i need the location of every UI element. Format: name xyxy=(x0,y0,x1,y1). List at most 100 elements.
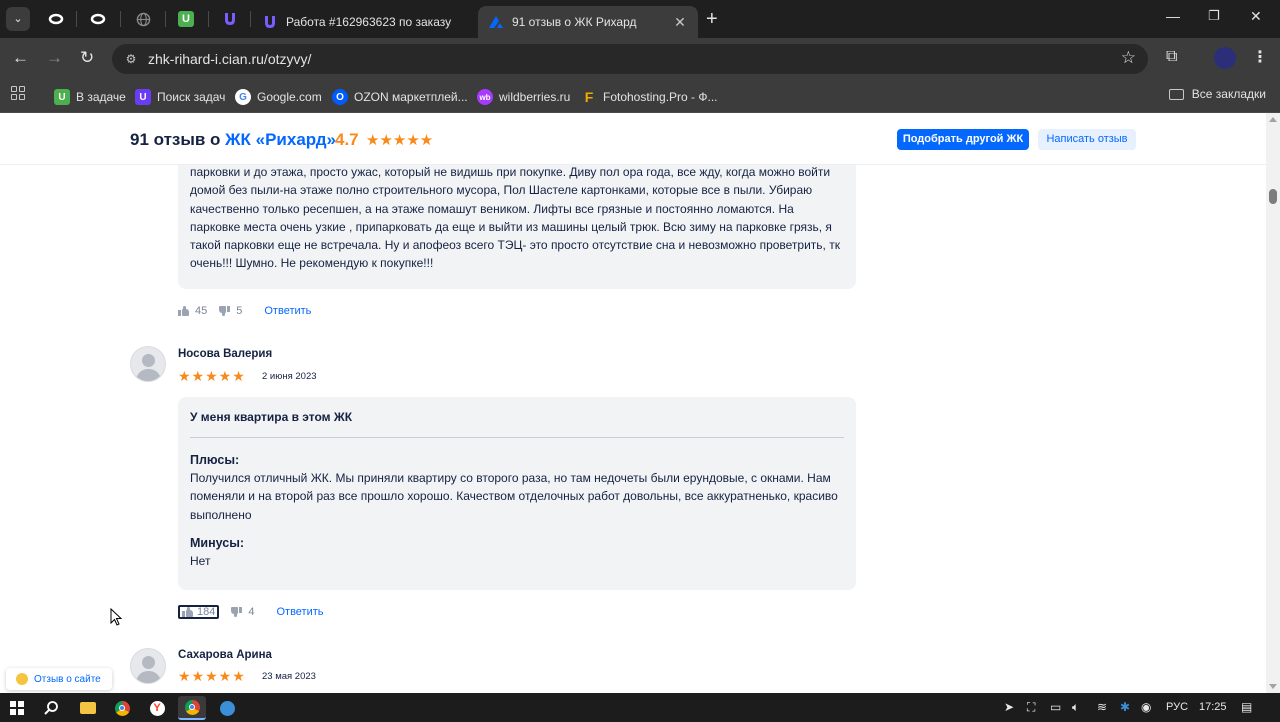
chrome-tray-icon[interactable]: ◉ xyxy=(1141,700,1151,714)
notifications-icon[interactable]: ▤ xyxy=(1241,700,1252,714)
pinned-tab[interactable] xyxy=(88,9,108,29)
circle-icon xyxy=(48,13,64,25)
screenshot-icon[interactable]: ⛶ xyxy=(1027,700,1035,715)
reload-button[interactable]: ↻ xyxy=(80,48,94,68)
tab-search-button[interactable]: ⌄ xyxy=(6,7,30,31)
thumb-down-icon[interactable] xyxy=(231,607,243,617)
bluetooth-icon[interactable]: ✱ xyxy=(1120,700,1130,714)
pinned-tab[interactable] xyxy=(46,9,66,29)
review-date: 23 мая 2023 xyxy=(262,671,316,682)
wifi-icon[interactable]: ≋ xyxy=(1097,700,1107,714)
profile-avatar[interactable] xyxy=(1214,47,1236,69)
site-settings-icon[interactable]: ⚙ xyxy=(121,49,141,69)
battery-icon[interactable]: ▭ xyxy=(1050,700,1061,714)
folder-icon xyxy=(1168,88,1184,100)
avatar xyxy=(130,648,166,684)
u-logo-icon: U xyxy=(54,89,70,105)
minimize-icon[interactable]: — xyxy=(1166,8,1180,24)
new-tab-button[interactable]: + xyxy=(706,9,718,29)
bookmark-item[interactable]: U Поиск задач xyxy=(135,87,225,107)
close-icon[interactable]: ✕ xyxy=(672,14,688,31)
tab-work-order[interactable]: Работа #162963623 по заказу xyxy=(252,6,476,38)
taskbar: Y ➤ ⛶ ▭ 🔈︎ ≋ ✱ ◉ РУС 17:25 ▤ xyxy=(0,693,1280,722)
like-button[interactable]: 184 xyxy=(178,605,220,619)
review-author: Сахарова Арина xyxy=(178,649,272,661)
scrollbar[interactable] xyxy=(1266,113,1280,693)
fotohosting-icon: F xyxy=(584,89,594,105)
yandex-browser-icon[interactable]: Y xyxy=(147,698,167,718)
search-icon[interactable] xyxy=(41,698,61,718)
rating-value: 4.7 xyxy=(335,130,359,149)
chrome-icon[interactable] xyxy=(112,698,132,718)
tab-separator xyxy=(208,11,209,27)
tab-title: Работа #162963623 по заказу xyxy=(286,15,452,29)
telegram-icon[interactable]: ➤ xyxy=(1004,700,1014,714)
thumb-down-icon[interactable] xyxy=(219,306,231,316)
choose-other-complex-button[interactable]: Подобрать другой ЖК xyxy=(897,129,1029,150)
pinned-tab[interactable] xyxy=(133,9,153,29)
menu-icon[interactable]: ⋮ xyxy=(1252,47,1268,67)
bookmark-item[interactable]: U В задаче xyxy=(54,87,126,107)
tab-reviews[interactable]: 91 отзыв о ЖК Рихард ✕ xyxy=(478,6,698,38)
write-review-button[interactable]: Написать отзыв xyxy=(1038,129,1136,150)
tab-separator xyxy=(76,11,77,27)
scroll-thumb[interactable] xyxy=(1269,189,1277,204)
app-icon[interactable] xyxy=(217,698,237,718)
language-indicator[interactable]: РУС xyxy=(1166,701,1188,713)
tab-separator xyxy=(250,11,251,27)
close-window-icon[interactable]: ✕ xyxy=(1250,8,1262,25)
url-text: zhk-rihard-i.cian.ru/otzyvy/ xyxy=(148,51,312,67)
complex-link[interactable]: ЖК «Рихард» xyxy=(225,130,336,149)
back-button[interactable]: ← xyxy=(12,48,29,68)
tab-separator xyxy=(120,11,121,27)
pros-label: Плюсы: xyxy=(190,453,240,467)
page-title: 91 отзыв о ЖК «Рихард» xyxy=(130,130,336,149)
apps-icon[interactable] xyxy=(11,86,25,100)
bookmark-item[interactable]: O OZON маркетплей... xyxy=(332,87,468,107)
chrome-active-icon[interactable] xyxy=(178,696,206,720)
review-actions: 184 4 Ответить xyxy=(178,604,324,620)
bookmark-item[interactable]: wb wildberries.ru xyxy=(477,87,570,107)
review-stars: ★★★★★ xyxy=(178,368,246,384)
reply-link[interactable]: Ответить xyxy=(264,305,311,317)
reply-link[interactable]: Ответить xyxy=(276,606,323,618)
u-shield-icon xyxy=(265,16,275,28)
all-bookmarks-button[interactable]: Все закладки xyxy=(1168,87,1266,101)
restore-icon[interactable]: ❐ xyxy=(1208,8,1220,24)
extensions-icon[interactable]: ⧉ xyxy=(1166,48,1177,66)
wildberries-icon: wb xyxy=(477,89,493,105)
site-feedback-widget[interactable]: Отзыв о сайте xyxy=(6,668,112,690)
google-icon: G xyxy=(235,89,251,105)
review-text: парковки и до этажа, просто ужас, которы… xyxy=(190,165,840,271)
cons-label: Минусы: xyxy=(190,535,245,550)
bookmark-star-icon[interactable]: ☆ xyxy=(1121,48,1136,68)
sticky-header: 91 отзыв о ЖК «Рихард» 4.7 ★★★★★ Подобра… xyxy=(0,113,1266,165)
bookmarks-bar: U В задаче U Поиск задач G Google.com O … xyxy=(0,80,1280,113)
pinned-tab[interactable]: U xyxy=(176,9,196,29)
scroll-up-arrow[interactable] xyxy=(1269,117,1277,122)
bookmark-item[interactable]: F Fotohosting.Pro - Ф... xyxy=(581,87,718,107)
file-explorer-icon[interactable] xyxy=(78,698,98,718)
ozon-icon: O xyxy=(332,89,348,105)
u-logo-icon: U xyxy=(178,11,194,27)
bookmark-item[interactable]: G Google.com xyxy=(235,87,322,107)
dislike-count: 4 xyxy=(248,606,255,618)
volume-icon[interactable]: 🔈︎ xyxy=(1072,700,1079,715)
tab-separator xyxy=(165,11,166,27)
smile-icon xyxy=(16,673,28,685)
scroll-down-arrow[interactable] xyxy=(1269,684,1277,689)
circle-icon xyxy=(90,13,106,25)
review-author: Носова Валерия xyxy=(178,348,273,360)
thumb-up-icon xyxy=(182,607,193,617)
forward-button[interactable]: → xyxy=(46,48,63,68)
like-count: 45 xyxy=(195,305,208,317)
clock[interactable]: 17:25 xyxy=(1199,701,1227,713)
cian-icon xyxy=(489,16,503,28)
thumb-up-icon[interactable] xyxy=(178,306,189,316)
address-bar[interactable]: ⚙ zhk-rihard-i.cian.ru/otzyvy/ ☆ xyxy=(112,44,1148,74)
browser-tab-bar: ⌄ U Работа #162963623 по заказу 91 отзыв… xyxy=(0,0,1280,38)
u-shield-icon: U xyxy=(135,89,151,105)
pinned-tab[interactable] xyxy=(220,9,240,29)
pros-text: Получился отличный ЖК. Мы приняли кварти… xyxy=(190,471,838,522)
windows-start-icon[interactable] xyxy=(10,701,24,715)
